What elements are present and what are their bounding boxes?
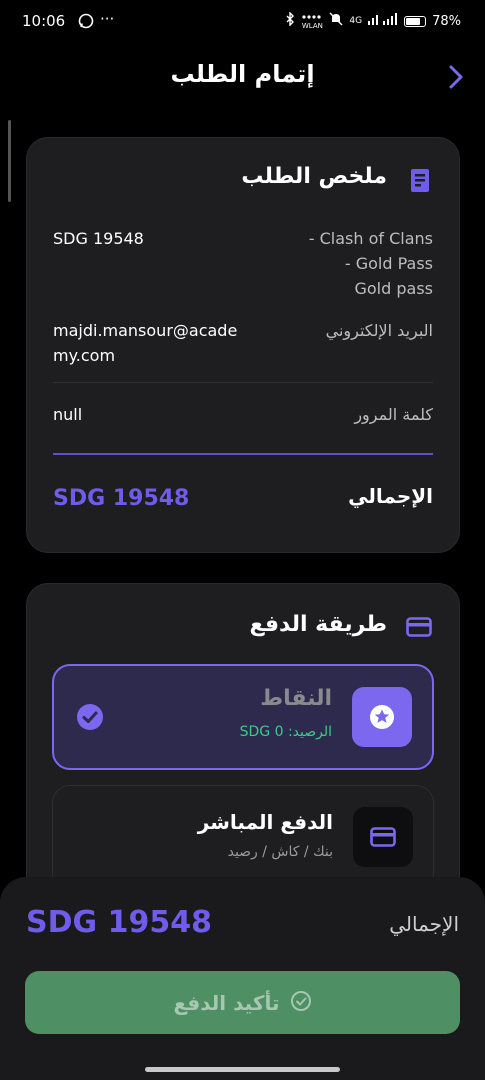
password-label: كلمة المرور — [354, 405, 433, 424]
payment-title: طريقة الدفع — [249, 612, 387, 637]
balance-value: SDG 0 — [239, 724, 284, 740]
scrollbar-thumb[interactable] — [8, 120, 11, 202]
summary-total-value: SDG 19548 — [53, 486, 190, 511]
star-badge-icon — [352, 687, 412, 747]
mute-icon — [329, 12, 343, 30]
chevron-right-icon — [449, 65, 463, 89]
status-icons: WLAN 4G 78% — [285, 11, 461, 30]
email-line: my.com — [53, 346, 116, 365]
footer-total-label: الإجمالي — [389, 912, 459, 936]
balance-label: الرصيد: — [287, 724, 332, 740]
summary-title: ملخص الطلب — [241, 164, 387, 189]
product-line: Clash of Clans - — [308, 229, 433, 248]
direct-subtitle: بنك / كاش / رصيد — [227, 844, 333, 860]
credit-card-icon — [406, 616, 432, 638]
footer-total-value: SDG 19548 — [26, 905, 212, 940]
payment-option-direct[interactable]: الدفع المباشر بنك / كاش / رصيد — [52, 785, 434, 891]
wlan-label: WLAN — [301, 21, 323, 30]
product-line: Gold pass — [354, 279, 433, 298]
payment-option-points[interactable]: النقاط الرصيد: SDG 0 — [52, 664, 434, 770]
direct-title: الدفع المباشر — [197, 810, 333, 834]
check-circle-icon — [76, 703, 104, 731]
points-title: النقاط — [260, 686, 332, 711]
email-line: majdi.mansour@acade — [53, 321, 238, 340]
wlan-icon: WLAN — [301, 13, 323, 30]
product-name: Clash of Clans - Gold Pass - Gold pass — [309, 226, 433, 301]
row-divider — [53, 382, 433, 383]
receipt-icon — [408, 168, 432, 194]
confirm-payment-button[interactable]: تأكيد الدفع — [25, 971, 460, 1034]
check-circle-outline-icon — [290, 990, 312, 1016]
summary-total-label: الإجمالي — [348, 484, 433, 508]
payment-method-card: طريقة الدفع النقاط الرصيد: SDG 0 الدفع ا… — [26, 583, 460, 903]
signal-icon — [368, 13, 398, 29]
credit-card-icon — [353, 807, 413, 867]
page-title: إتمام الطلب — [170, 60, 315, 88]
status-time: 10:06 — [22, 12, 66, 30]
back-button[interactable] — [441, 62, 471, 92]
battery-icon — [404, 15, 427, 27]
total-divider — [53, 453, 433, 455]
product-line: Gold Pass - — [344, 254, 433, 273]
order-summary-card: ملخص الطلب Clash of Clans - Gold Pass - … — [26, 137, 460, 553]
confirm-payment-label: تأكيد الدفع — [173, 990, 280, 1015]
password-value: null — [53, 405, 83, 424]
network-4g-label: 4G — [349, 16, 363, 26]
points-balance: الرصيد: SDG 0 — [240, 724, 332, 740]
home-indicator[interactable] — [145, 1067, 340, 1072]
battery-percent: 78% — [432, 13, 461, 29]
product-price: SDG 19548 — [53, 229, 144, 248]
email-value: majdi.mansour@acade my.com — [53, 318, 237, 368]
whatsapp-icon — [78, 13, 94, 29]
more-notifications-icon: ··· — [100, 10, 115, 28]
bluetooth-icon — [285, 11, 295, 30]
email-label: البريد الإلكتروني — [325, 321, 433, 340]
